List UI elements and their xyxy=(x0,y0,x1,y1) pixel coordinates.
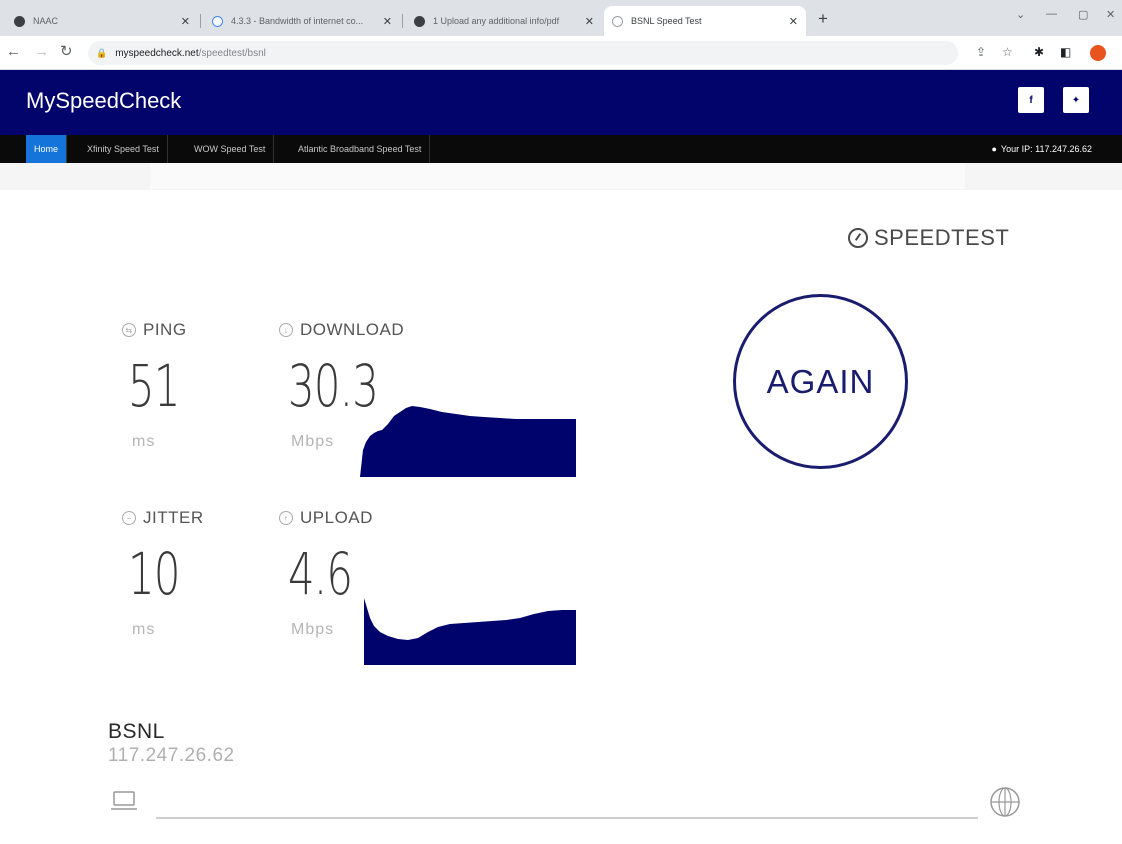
site-header: MySpeedCheck f ✦ xyxy=(0,70,1122,135)
tab-label: NAAC xyxy=(33,16,59,26)
upload-value: 4.6 xyxy=(288,540,353,608)
upload-unit: Mbps xyxy=(291,621,335,638)
upload-graph-area xyxy=(364,598,576,665)
download-graph xyxy=(360,406,576,477)
tab-upload[interactable]: 1 Upload any additional info/pdf ✕ xyxy=(406,6,602,36)
new-tab-button[interactable]: + xyxy=(818,10,828,27)
window-close-button[interactable]: ✕ xyxy=(1106,8,1115,21)
url-input[interactable]: 🔒 myspeedcheck.net /speedtest/bsnl xyxy=(88,41,958,65)
jitter-label: − JITTER xyxy=(122,508,204,528)
ping-label-text: PING xyxy=(143,320,187,339)
chevron-down-icon[interactable]: ⌄ xyxy=(1016,8,1025,21)
site-nav: Home Xfinity Speed Test WOW Speed Test A… xyxy=(0,135,1122,163)
isp-ip: 117.247.26.62 xyxy=(108,745,235,766)
again-button[interactable]: AGAIN xyxy=(733,294,908,469)
laptop-icon xyxy=(111,791,137,810)
ping-label: ⇆ PING xyxy=(122,320,187,340)
site-logo[interactable]: MySpeedCheck xyxy=(26,88,181,114)
maximize-button[interactable]: ▢ xyxy=(1078,8,1088,21)
close-icon[interactable]: ✕ xyxy=(789,15,798,28)
globe-icon xyxy=(14,15,25,27)
tab-bandwidth[interactable]: 4.3.3 - Bandwidth of internet co... ✕ xyxy=(204,6,400,36)
jitter-value: 10 xyxy=(128,540,180,608)
back-arrow-icon[interactable]: ← xyxy=(6,44,21,59)
clock-icon xyxy=(612,15,623,27)
ad-strip xyxy=(0,163,1122,190)
address-bar-row: ← → ↻ 🔒 myspeedcheck.net /speedtest/bsnl… xyxy=(0,36,1122,70)
download-label-text: DOWNLOAD xyxy=(300,320,405,339)
browser-tab-strip: NAAC ✕ 4.3.3 - Bandwidth of internet co.… xyxy=(0,0,1122,36)
sidepanel-icon[interactable]: ◧ xyxy=(1060,46,1071,58)
ping-icon: ⇆ xyxy=(122,323,136,337)
jitter-label-text: JITTER xyxy=(143,508,204,527)
nav-item-wow[interactable]: WOW Speed Test xyxy=(186,135,275,163)
nav-item-atlantic[interactable]: Atlantic Broadband Speed Test xyxy=(290,135,431,163)
twitter-icon[interactable]: ✦ xyxy=(1063,87,1089,113)
close-icon[interactable]: ✕ xyxy=(383,15,392,28)
gauge-icon xyxy=(848,228,868,248)
upload-icon: ↑ xyxy=(279,511,293,525)
connection-line xyxy=(156,817,978,819)
ip-info-text: Your IP: 117.247.26.62 xyxy=(1000,144,1092,154)
url-path: /speedtest/bsnl xyxy=(198,47,266,59)
lock-icon: 🔒 xyxy=(96,47,108,58)
avatar[interactable] xyxy=(1090,45,1106,61)
download-unit: Mbps xyxy=(291,433,335,450)
google-icon xyxy=(212,15,223,27)
isp-name: BSNL xyxy=(108,720,165,743)
nav-item-home[interactable]: Home xyxy=(26,135,68,163)
ping-value: 51 xyxy=(128,352,180,420)
tab-label: BSNL Speed Test xyxy=(631,16,702,26)
nav-item-xfinity[interactable]: Xfinity Speed Test xyxy=(79,135,168,163)
tab-divider xyxy=(200,14,201,28)
close-icon[interactable]: ✕ xyxy=(585,15,594,28)
url-host: myspeedcheck.net xyxy=(115,47,199,59)
jitter-icon: − xyxy=(122,511,136,525)
reload-icon[interactable]: ↻ xyxy=(60,44,73,59)
globe-icon[interactable] xyxy=(989,786,1021,818)
star-icon[interactable]: ☆ xyxy=(1002,46,1013,58)
tab-label: 1 Upload any additional info/pdf xyxy=(433,16,560,26)
share-icon[interactable]: ⇪ xyxy=(976,46,986,58)
forward-arrow-icon[interactable]: → xyxy=(34,44,49,59)
download-icon: ↓ xyxy=(279,323,293,337)
upload-graph xyxy=(364,598,576,665)
ping-unit: ms xyxy=(132,433,156,450)
minimize-button[interactable]: — xyxy=(1046,8,1057,20)
ad-placeholder xyxy=(150,163,965,189)
tab-bsnl-speed-test[interactable]: BSNL Speed Test ✕ xyxy=(604,6,806,36)
ip-info: ● Your IP: 117.247.26.62 xyxy=(991,135,1092,163)
tab-naac[interactable]: NAAC ✕ xyxy=(6,6,198,36)
upload-label-text: UPLOAD xyxy=(300,508,373,527)
upload-label: ↑ UPLOAD xyxy=(279,508,373,528)
close-icon[interactable]: ✕ xyxy=(181,15,190,28)
tab-label: 4.3.3 - Bandwidth of internet co... xyxy=(231,16,364,26)
jitter-unit: ms xyxy=(132,621,156,638)
speedtest-logo-text: SPEEDTEST xyxy=(874,225,1010,250)
facebook-icon[interactable]: f xyxy=(1018,87,1044,113)
speedtest-logo: SPEEDTEST xyxy=(848,225,1009,251)
globe-icon xyxy=(414,15,425,27)
download-label: ↓ DOWNLOAD xyxy=(279,320,404,340)
extensions-icon[interactable]: ✱ xyxy=(1034,46,1044,58)
location-pin-icon: ● xyxy=(991,144,997,154)
download-graph-area xyxy=(360,406,576,477)
tab-divider xyxy=(402,14,403,28)
